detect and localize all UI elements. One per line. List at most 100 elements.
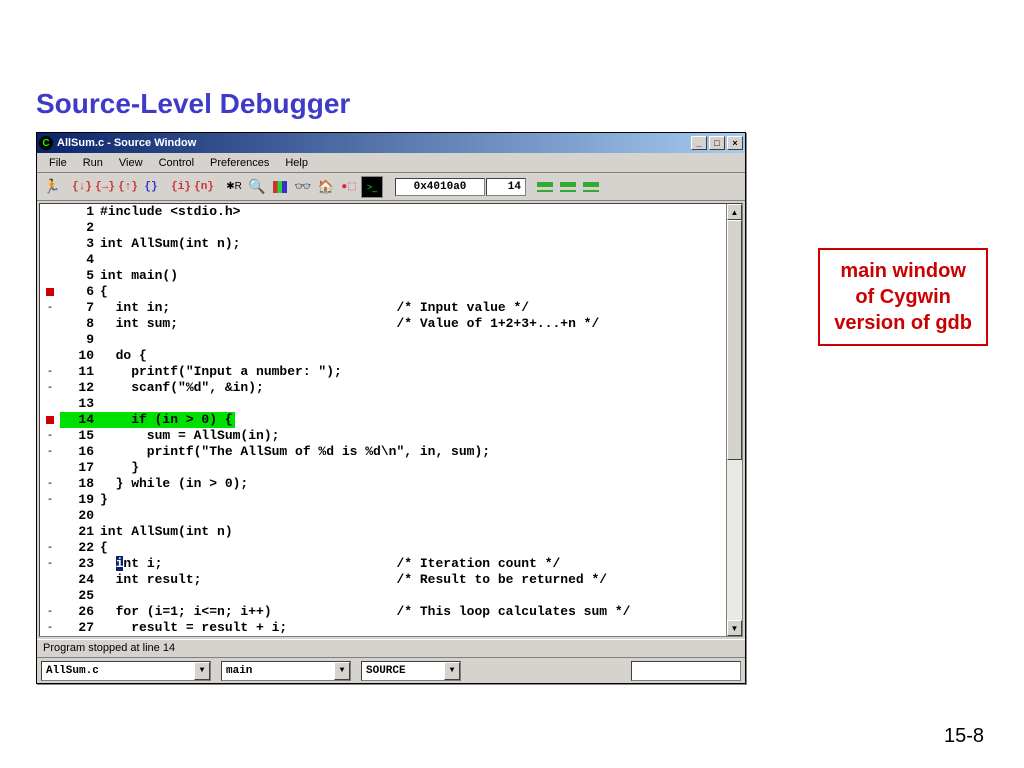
code-line[interactable]: -22{ <box>40 540 726 556</box>
gutter[interactable] <box>40 268 60 284</box>
code-line[interactable]: 17 } <box>40 460 726 476</box>
gutter[interactable]: - <box>40 444 60 460</box>
code-line[interactable]: -23 int i; /* Iteration count */ <box>40 556 726 572</box>
gutter[interactable] <box>40 220 60 236</box>
code-line[interactable]: 24 int result; /* Result to be returned … <box>40 572 726 588</box>
code-line[interactable]: 14 if (in > 0) { <box>40 412 726 428</box>
gutter[interactable] <box>40 332 60 348</box>
line-field[interactable]: 14 <box>486 178 526 196</box>
menu-file[interactable]: File <box>41 155 75 171</box>
gutter[interactable] <box>40 316 60 332</box>
vertical-scrollbar[interactable]: ▲ ▼ <box>726 204 742 636</box>
gutter[interactable]: - <box>40 364 60 380</box>
console-button-icon[interactable]: >_ <box>361 176 383 198</box>
code-line[interactable]: 4 <box>40 252 726 268</box>
gutter[interactable] <box>40 348 60 364</box>
code-line[interactable]: -7 int in; /* Input value */ <box>40 300 726 316</box>
code-line[interactable]: 6{ <box>40 284 726 300</box>
run-button-icon[interactable]: 🏃 <box>41 176 63 198</box>
search-field[interactable] <box>631 661 741 681</box>
chevron-down-icon[interactable]: ▼ <box>444 662 460 680</box>
gutter[interactable] <box>40 508 60 524</box>
watch-button-icon[interactable]: 👓 <box>292 176 314 198</box>
code-line[interactable]: 10 do { <box>40 348 726 364</box>
gutter[interactable]: - <box>40 380 60 396</box>
breakpoint-icon[interactable] <box>46 288 54 296</box>
code-line[interactable]: -11 printf("Input a number: "); <box>40 364 726 380</box>
next-button-icon[interactable]: {→} <box>94 176 116 198</box>
gutter[interactable] <box>40 252 60 268</box>
code-line[interactable]: 20 <box>40 508 726 524</box>
breakpoint-icon[interactable] <box>46 416 54 424</box>
gutter[interactable]: - <box>40 620 60 636</box>
gutter[interactable]: - <box>40 300 60 316</box>
code-area[interactable]: 1#include <stdio.h>23int AllSum(int n);4… <box>40 204 726 636</box>
breakpoints-button-icon[interactable]: ●⬚ <box>338 176 360 198</box>
stack-up-icon[interactable] <box>557 176 579 198</box>
code-line[interactable]: -12 scanf("%d", &in); <box>40 380 726 396</box>
code-line[interactable]: -16 printf("The AllSum of %d is %d\n", i… <box>40 444 726 460</box>
menu-help[interactable]: Help <box>277 155 316 171</box>
menu-preferences[interactable]: Preferences <box>202 155 277 171</box>
gutter[interactable]: - <box>40 556 60 572</box>
gutter[interactable] <box>40 204 60 220</box>
scroll-track[interactable] <box>727 220 742 620</box>
code-line[interactable]: -18 } while (in > 0); <box>40 476 726 492</box>
continue-button-icon[interactable]: {} <box>140 176 162 198</box>
chevron-down-icon[interactable]: ▼ <box>334 662 350 680</box>
stepi-button-icon[interactable]: {i} <box>170 176 192 198</box>
nexti-button-icon[interactable]: {n} <box>193 176 215 198</box>
code-line[interactable]: -19} <box>40 492 726 508</box>
gutter[interactable] <box>40 412 60 428</box>
code-line[interactable]: 5int main() <box>40 268 726 284</box>
locals-button-icon[interactable]: 🏠 <box>315 176 337 198</box>
gutter[interactable] <box>40 588 60 604</box>
gutter[interactable]: - <box>40 604 60 620</box>
gutter[interactable] <box>40 572 60 588</box>
mode-combo[interactable]: SOURCE ▼ <box>361 661 461 681</box>
cygwin-icon: C <box>39 136 53 150</box>
finish-button-icon[interactable]: {↑} <box>117 176 139 198</box>
scroll-down-icon[interactable]: ▼ <box>727 620 742 636</box>
code-line[interactable]: -27 result = result + i; <box>40 620 726 636</box>
menu-run[interactable]: Run <box>75 155 111 171</box>
file-combo[interactable]: AllSum.c ▼ <box>41 661 211 681</box>
gutter[interactable]: - <box>40 492 60 508</box>
gutter[interactable] <box>40 236 60 252</box>
scroll-thumb[interactable] <box>727 220 742 460</box>
code-line[interactable]: 1#include <stdio.h> <box>40 204 726 220</box>
stack-button-icon[interactable] <box>269 176 291 198</box>
menu-view[interactable]: View <box>111 155 151 171</box>
registers-button-icon[interactable]: ✱R <box>223 176 245 198</box>
gutter[interactable] <box>40 396 60 412</box>
gutter[interactable]: - <box>40 540 60 556</box>
address-field[interactable]: 0x4010a0 <box>395 178 485 196</box>
code-line[interactable]: 3int AllSum(int n); <box>40 236 726 252</box>
stack-bottom-icon[interactable] <box>580 176 602 198</box>
step-button-icon[interactable]: {↓} <box>71 176 93 198</box>
titlebar[interactable]: C AllSum.c - Source Window _ □ × <box>37 133 745 153</box>
code-line[interactable]: -26 for (i=1; i<=n; i++) /* This loop ca… <box>40 604 726 620</box>
stack-down-icon[interactable] <box>534 176 556 198</box>
close-button[interactable]: × <box>727 136 743 150</box>
gutter[interactable] <box>40 284 60 300</box>
gutter[interactable] <box>40 460 60 476</box>
line-number: 7 <box>60 300 100 316</box>
code-line[interactable]: 13 <box>40 396 726 412</box>
code-line[interactable]: 9 <box>40 332 726 348</box>
chevron-down-icon[interactable]: ▼ <box>194 662 210 680</box>
scroll-up-icon[interactable]: ▲ <box>727 204 742 220</box>
gutter[interactable]: - <box>40 476 60 492</box>
gutter[interactable] <box>40 524 60 540</box>
code-line[interactable]: -15 sum = AllSum(in); <box>40 428 726 444</box>
memory-button-icon[interactable]: 🔍 <box>246 176 268 198</box>
maximize-button[interactable]: □ <box>709 136 725 150</box>
minimize-button[interactable]: _ <box>691 136 707 150</box>
code-line[interactable]: 8 int sum; /* Value of 1+2+3+...+n */ <box>40 316 726 332</box>
menu-control[interactable]: Control <box>151 155 202 171</box>
code-line[interactable]: 2 <box>40 220 726 236</box>
function-combo[interactable]: main ▼ <box>221 661 351 681</box>
code-line[interactable]: 21int AllSum(int n) <box>40 524 726 540</box>
code-line[interactable]: 25 <box>40 588 726 604</box>
gutter[interactable]: - <box>40 428 60 444</box>
